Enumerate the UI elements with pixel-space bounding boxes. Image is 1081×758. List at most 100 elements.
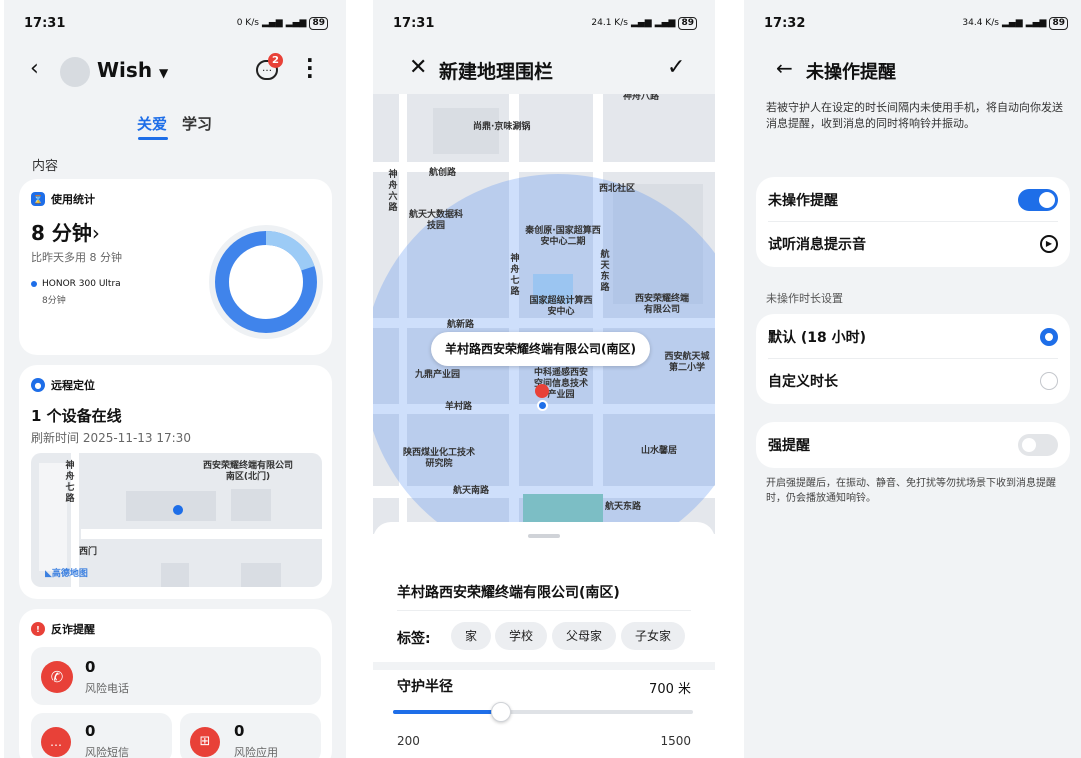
close-icon[interactable]: ✕ (409, 55, 427, 80)
option-default-label: 默认 (18 小时) (768, 330, 867, 346)
map-label-company: 西安荣耀终端有限公司南区(北门) (203, 461, 294, 482)
tag-chip-school[interactable]: 学校 (495, 622, 548, 650)
net-speed: 24.1 K/s (591, 18, 628, 28)
map-block (126, 491, 216, 521)
radius-slider[interactable] (393, 702, 693, 722)
signal-icon-2: ▂▄▆ (1025, 18, 1047, 28)
map-block (231, 489, 271, 521)
duration-section-label: 未操作时长设置 (766, 292, 843, 305)
tag-chip-parents[interactable]: 父母家 (552, 622, 617, 650)
radius-label: 守护半径 (397, 679, 453, 695)
duration-card: 默认 (18 小时) 自定义时长 (756, 314, 1070, 404)
current-location-dot (537, 400, 548, 411)
option-default-row[interactable]: 默认 (18 小时) (768, 326, 1058, 348)
map-label-gate: 西门 (79, 547, 98, 557)
radius-slider-thumb[interactable] (491, 702, 511, 722)
option-custom-label: 自定义时长 (768, 374, 838, 390)
location-callout: 羊村路西安荣耀终端有限公司(南区) (431, 332, 650, 366)
sound-preview-row[interactable]: 试听消息提示音 ▶ (768, 233, 1058, 255)
amap-logo: ◣高德地图 (45, 569, 88, 579)
tag-chips: 家 学校 父母家 子女家 (451, 622, 691, 650)
strong-alert-description: 开启强提醒后，在振动、静音、免打扰等勿扰场景下收到消息提醒时，仍会播放通知响铃。 (766, 478, 1056, 504)
divider (397, 610, 691, 611)
usage-title: ⌛ 使用统计 (31, 191, 95, 207)
strong-alert-switch[interactable] (1018, 434, 1058, 456)
fraud-title: ! 反诈提醒 (31, 621, 95, 637)
status-time: 17:31 (24, 15, 66, 31)
risk-apps-label: 风险应用 (234, 746, 278, 758)
tab-care[interactable]: 关爱 (137, 113, 167, 134)
map-label: 航天东路 (600, 250, 610, 293)
option-custom-radio[interactable] (1040, 372, 1058, 390)
risk-sms-tile[interactable]: … 0 风险短信 (31, 713, 172, 758)
sound-preview-label: 试听消息提示音 (768, 237, 866, 253)
drag-handle[interactable] (528, 534, 560, 538)
map-label: 尚鼎·京味涮锅 (473, 122, 531, 132)
map-label: 神舟八路 (623, 94, 660, 102)
fraud-card[interactable]: ! 反诈提醒 ✆ 0 风险电话 … 0 风险短信 ⊞ 0 风险应用 (19, 609, 332, 758)
tag-chip-children[interactable]: 子女家 (621, 622, 686, 650)
play-icon[interactable]: ▶ (1040, 235, 1058, 253)
net-speed: 0 K/s (236, 18, 259, 28)
usage-card[interactable]: ⌛ 使用统计 8 分钟› 比昨天多用 8 分钟 HONOR 300 Ultra … (19, 179, 332, 355)
confirm-check-icon[interactable]: ✓ (667, 55, 685, 80)
alert-toggle-label: 未操作提醒 (768, 193, 838, 209)
care-screen: 17:31 0 K/s ▂▄▆ ▂▄▆ 89 ‹ Wish ▼ … 2 · · · … (4, 0, 346, 758)
signal-icon: ▂▄▆ (261, 18, 283, 28)
location-map[interactable]: 神舟七路 西安荣耀终端有限公司南区(北门) 西门 ◣高德地图 (31, 453, 322, 587)
usage-value: 8 分钟› (31, 221, 100, 245)
battery-icon: 89 (1049, 16, 1068, 30)
option-custom-row[interactable]: 自定义时长 (768, 370, 1058, 392)
radius-slider-fill (393, 710, 501, 714)
alert-toggle-row[interactable]: 未操作提醒 (768, 189, 1058, 211)
map-label: 西北社区 (599, 184, 636, 194)
map-label: 羊村路 (445, 402, 473, 412)
map-road (373, 162, 715, 172)
risk-calls-tile[interactable]: ✆ 0 风险电话 (31, 647, 321, 705)
avatar[interactable] (60, 57, 90, 87)
chevron-down-icon: ▼ (159, 66, 169, 80)
geofence-screen: 17:31 24.1 K/s ▂▄▆ ▂▄▆ 89 ✕ 新建地理围栏 ✓ 神舟八… (373, 0, 715, 758)
map-block (161, 563, 189, 587)
tab-study[interactable]: 学习 (182, 113, 212, 134)
map-block (39, 463, 67, 571)
location-title: ● 远程定位 (31, 377, 95, 393)
back-arrow-icon[interactable]: ‹ (30, 56, 39, 81)
tab-indicator (138, 137, 168, 140)
strong-alert-card: 强提醒 (756, 422, 1070, 468)
phone-icon: ✆ (41, 661, 73, 693)
chevron-right-icon: › (91, 221, 100, 245)
geofence-map[interactable]: 神舟八路 尚鼎·京味涮锅 航创路 西北社区 神舟六路 航天大数据科技园 秦创原·… (373, 94, 715, 534)
strong-alert-row[interactable]: 强提醒 (768, 434, 1058, 456)
location-pin-icon: ● (31, 378, 45, 392)
location-card[interactable]: ● 远程定位 1 个设备在线 刷新时间 2025-11-13 17:30 神舟七… (19, 365, 332, 599)
section-label: 内容 (32, 159, 59, 174)
tags-label: 标签: (397, 631, 431, 647)
shield-icon: ! (31, 622, 45, 636)
device-time: 8分钟 (42, 296, 66, 306)
tag-chip-home[interactable]: 家 (451, 622, 492, 650)
map-label: 神舟七路 (510, 254, 520, 297)
sms-icon: … (41, 727, 71, 757)
net-speed: 34.4 K/s (962, 18, 999, 28)
divider (768, 221, 1058, 222)
more-icon[interactable]: · · · (306, 50, 314, 86)
place-name: 羊村路西安荣耀终端有限公司(南区) (397, 585, 620, 601)
map-pin-icon (535, 384, 549, 398)
device-legend: HONOR 300 Ultra (31, 279, 121, 289)
option-default-radio[interactable] (1040, 328, 1058, 346)
online-count: 1 个设备在线 (31, 407, 122, 425)
map-label: 国家超级计算西安中心 (529, 296, 593, 317)
map-label: 九鼎产业园 (415, 370, 461, 380)
signal-icon: ▂▄▆ (1001, 18, 1023, 28)
risk-apps-tile[interactable]: ⊞ 0 风险应用 (180, 713, 321, 758)
radius-max: 1500 (660, 734, 691, 748)
child-name[interactable]: Wish ▼ (97, 58, 168, 82)
status-time: 17:32 (764, 15, 806, 31)
alert-toggle-switch[interactable] (1018, 189, 1058, 211)
back-arrow-icon[interactable]: ← (776, 56, 793, 80)
status-time: 17:31 (393, 15, 435, 31)
divider (768, 358, 1058, 359)
map-label: 秦创原·国家超算西安中心二期 (525, 226, 601, 247)
signal-icon: ▂▄▆ (630, 18, 652, 28)
